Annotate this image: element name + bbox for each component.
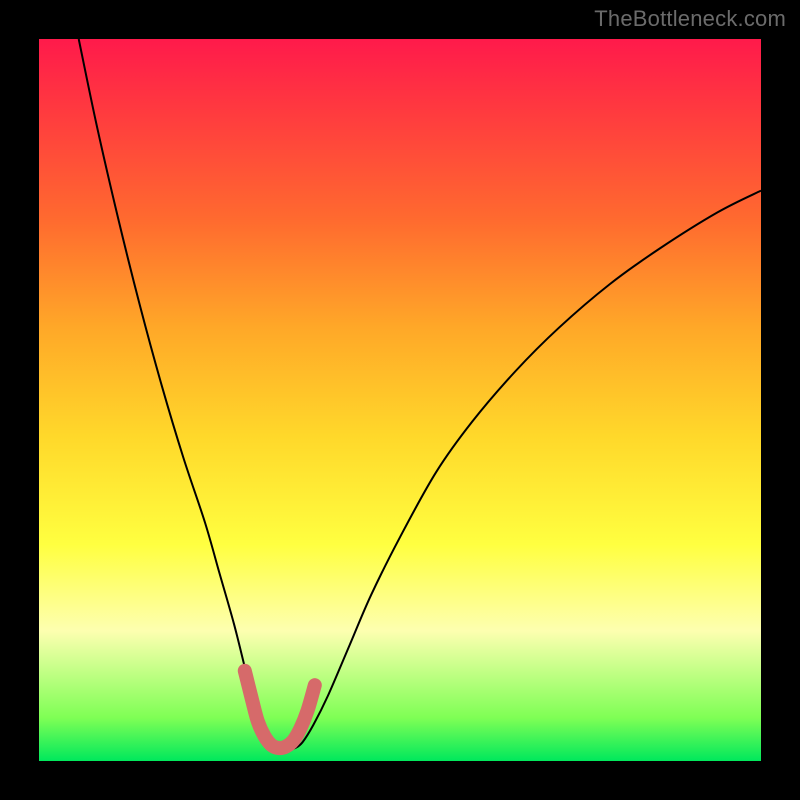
black-curve-path xyxy=(79,39,761,749)
pink-marker-path xyxy=(245,671,315,748)
chart-container: TheBottleneck.com xyxy=(0,0,800,800)
watermark-text: TheBottleneck.com xyxy=(594,6,786,32)
plot-area xyxy=(39,39,761,761)
chart-curves xyxy=(39,39,761,761)
